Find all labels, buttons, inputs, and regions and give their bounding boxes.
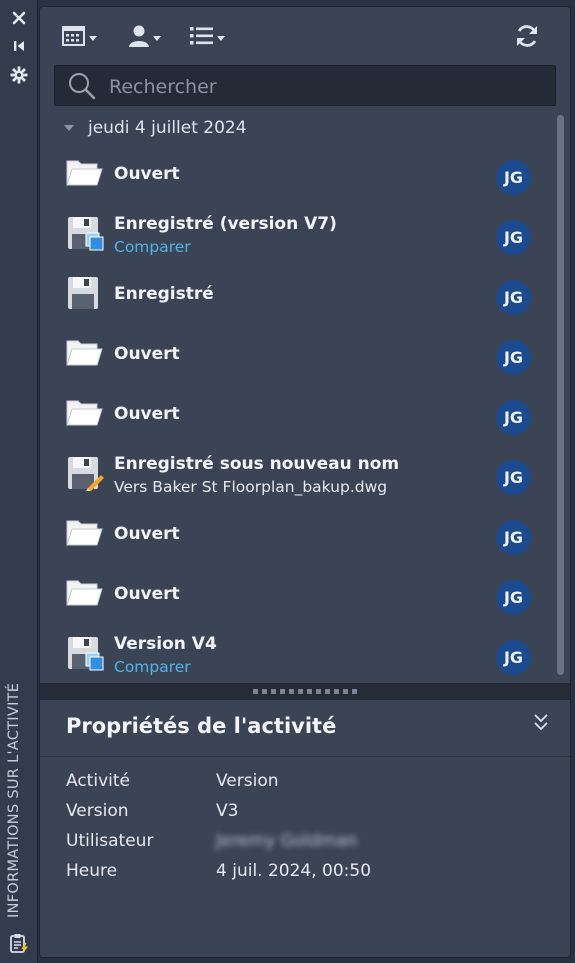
folder-open-icon (64, 155, 104, 191)
property-row: Utilisateur Jeremy Goldman (66, 831, 546, 857)
user-avatar: JG (496, 640, 531, 675)
date-group-header[interactable]: jeudi 4 juillet 2024 (64, 115, 247, 141)
user-avatar: JG (496, 460, 531, 495)
list-filter-button[interactable] (190, 23, 225, 53)
activity-title: Ouvert (114, 344, 180, 364)
chevron-down-icon (217, 35, 225, 41)
side-strip: INFORMATIONS SUR L'ACTIVITÉ (0, 0, 38, 963)
calendar-icon (62, 25, 86, 51)
property-label: Utilisateur (66, 831, 154, 851)
clipboard-lightning-icon[interactable] (8, 932, 30, 954)
activity-item[interactable]: Ouvert JG (40, 147, 556, 207)
activity-item[interactable]: Ouvert JG (40, 387, 556, 447)
user-avatar: JG (496, 280, 531, 315)
property-label: Heure (66, 861, 118, 881)
activity-title: Enregistré sous nouveau nom (114, 454, 400, 474)
search-icon (67, 72, 97, 104)
close-icon[interactable] (8, 7, 30, 29)
collapse-chevrons-icon[interactable] (532, 712, 554, 736)
property-value: Version (216, 771, 279, 791)
activity-item[interactable]: Enregistré JG (40, 267, 556, 327)
activity-item[interactable]: Enregistré (version V7) Comparer JG (40, 207, 556, 267)
compare-link[interactable]: Comparer (114, 658, 191, 676)
property-row: Heure 4 juil. 2024, 00:50 (66, 861, 546, 887)
folder-open-icon (64, 335, 104, 371)
search-input[interactable] (107, 66, 541, 107)
user-filter-button[interactable] (128, 23, 161, 53)
folder-open-icon (64, 575, 104, 611)
activity-panel: jeudi 4 juillet 2024 OuvertJGEnregistré … (39, 6, 571, 958)
property-label: Activité (66, 771, 130, 791)
activity-item[interactable]: Version V4 Comparer JG (40, 627, 556, 687)
property-value-user: Jeremy Goldman (216, 831, 358, 851)
property-row: Version V3 (66, 801, 546, 827)
collapse-triangle-icon[interactable] (64, 125, 74, 131)
user-avatar: JG (496, 220, 531, 255)
chevron-down-icon (89, 35, 97, 41)
activity-title: Ouvert (114, 584, 180, 604)
activity-item[interactable]: Ouvert JG (40, 327, 556, 387)
property-value: 4 juil. 2024, 00:50 (216, 861, 372, 881)
property-label: Version (66, 801, 129, 821)
folder-open-icon (64, 515, 104, 551)
activity-title: Version V4 (114, 634, 217, 654)
folder-open-icon (64, 395, 104, 431)
panel-vertical-title: INFORMATIONS SUR L'ACTIVITÉ (6, 682, 22, 918)
property-value: V3 (216, 801, 239, 821)
save-as-icon (64, 455, 104, 491)
date-group-label: jeudi 4 juillet 2024 (88, 118, 247, 138)
refresh-icon (514, 23, 540, 53)
activity-item[interactable]: Ouvert JG (40, 567, 556, 627)
user-avatar: JG (496, 580, 531, 615)
user-avatar: JG (496, 520, 531, 555)
panel-splitter[interactable] (40, 683, 570, 700)
user-avatar: JG (496, 340, 531, 375)
activity-list-scrollbar[interactable] (555, 115, 566, 687)
chevron-down-icon (153, 35, 161, 41)
user-avatar: JG (496, 160, 531, 195)
save-icon (64, 275, 104, 311)
activity-item[interactable]: Enregistré sous nouveau nom Vers Baker St… (40, 447, 556, 507)
activity-title: Ouvert (114, 404, 180, 424)
refresh-button[interactable] (514, 23, 540, 53)
search-box[interactable] (54, 65, 556, 107)
activity-detail: Vers Baker St Floorplan_bakup.dwg (114, 478, 388, 496)
property-row: Activité Version (66, 771, 546, 797)
properties-header: Propriétés de l'activité (40, 700, 570, 757)
activity-title: Enregistré (114, 284, 214, 304)
user-avatar: JG (496, 400, 531, 435)
gear-icon[interactable] (8, 64, 30, 86)
activity-item[interactable]: Ouvert JG (40, 507, 556, 567)
calendar-filter-button[interactable] (62, 23, 97, 53)
user-icon (128, 24, 150, 52)
list-icon (190, 26, 214, 50)
compare-link[interactable]: Comparer (114, 238, 191, 256)
toolbar (40, 7, 570, 65)
activity-title: Ouvert (114, 164, 180, 184)
activity-title: Ouvert (114, 524, 180, 544)
save-version-icon (64, 215, 104, 251)
save-version-icon (64, 635, 104, 671)
properties-title: Propriétés de l'activité (66, 714, 337, 738)
activity-title: Enregistré (version V7) (114, 214, 337, 234)
skip-back-icon[interactable] (8, 35, 30, 57)
scroll-thumb[interactable] (557, 115, 564, 675)
